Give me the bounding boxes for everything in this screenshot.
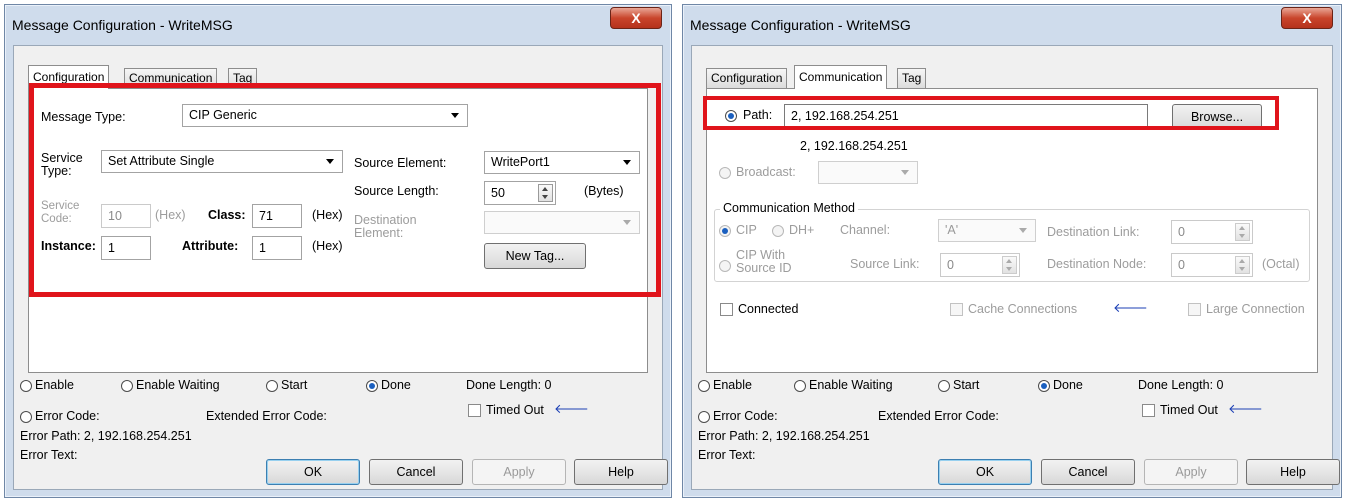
extended-error-code-label: Extended Error Code: [878,409,999,423]
ok-button[interactable]: OK [266,459,360,485]
done-label: Done [1053,378,1083,392]
start-radio[interactable] [266,380,278,392]
destination-link-label: Destination Link: [1047,225,1140,239]
timed-out-checkbox[interactable] [1142,404,1155,417]
right-dialog: Message Configuration - WriteMSG X Confi… [682,4,1342,498]
large-connection-label: Large Connection [1206,302,1305,316]
connected-label: Connected [738,302,799,316]
timed-out-checkbox[interactable] [468,404,481,417]
channel-value: 'A' [945,223,959,237]
close-button[interactable]: X [610,7,662,29]
timed-out-label: Timed Out [486,403,544,417]
arrow-left-icon: 🡐 [554,401,589,416]
help-button[interactable]: Help [574,459,668,485]
source-link-label: Source Link: [850,257,920,271]
error-code-radio[interactable] [20,411,32,423]
broadcast-label: Broadcast: [736,165,796,179]
cache-connections-checkbox[interactable] [950,303,963,316]
start-label: Start [953,378,980,392]
enable-radio[interactable] [698,380,710,392]
title-bar[interactable]: Message Configuration - WriteMSG X [683,5,1341,45]
timed-out-label: Timed Out [1160,403,1218,417]
enable-radio[interactable] [20,380,32,392]
window-title: Message Configuration - WriteMSG [12,17,233,33]
error-text-label: Error Text: [698,448,756,462]
destination-link-field[interactable]: 0 [1171,220,1253,244]
destination-link-value: 0 [1178,225,1185,239]
cip-source-label: CIP With Source ID [736,248,792,275]
path-resolved-text: 2, 192.168.254.251 [800,139,908,153]
error-path-label: Error Path: 2, 192.168.254.251 [20,429,192,443]
tab-configuration[interactable]: Configuration [706,68,788,88]
chevron-down-icon [1019,228,1027,233]
source-link-value: 0 [947,258,954,272]
connected-checkbox[interactable] [720,303,733,316]
source-link-field[interactable]: 0 [940,253,1020,277]
cip-radio[interactable] [719,225,731,237]
done-length-label: Done Length: 0 [1138,378,1224,392]
highlight-box [703,96,1279,130]
communication-method-label: Communication Method [720,201,859,215]
tab-tag[interactable]: Tag [897,68,927,88]
enable-waiting-radio[interactable] [794,380,806,392]
cache-connections-label: Cache Connections [968,302,1078,316]
ok-button[interactable]: OK [938,459,1032,485]
arrow-left-icon: 🡐 [1228,401,1263,416]
extended-error-code-label: Extended Error Code: [206,409,327,423]
chevron-down-icon [901,170,909,175]
broadcast-radio[interactable] [719,167,731,179]
enable-label: Enable [35,378,74,392]
enable-waiting-label: Enable Waiting [809,378,893,392]
apply-button[interactable]: Apply [472,459,566,485]
error-code-label: Error Code: [35,409,100,423]
cip-source-radio[interactable] [719,260,731,272]
destination-node-field[interactable]: 0 [1171,253,1253,277]
error-text-label: Error Text: [20,448,78,462]
large-connection-checkbox[interactable] [1188,303,1201,316]
enable-waiting-label: Enable Waiting [136,378,220,392]
done-radio[interactable] [1038,380,1050,392]
channel-label: Channel: [840,223,891,237]
title-bar[interactable]: Message Configuration - WriteMSG X [5,5,671,45]
help-button[interactable]: Help [1246,459,1340,485]
dh-radio[interactable] [772,225,784,237]
octal-label: (Octal) [1262,257,1300,271]
close-button[interactable]: X [1281,7,1333,29]
dh-label: DH+ [789,223,815,237]
highlight-box [29,83,661,297]
window-title: Message Configuration - WriteMSG [690,17,911,33]
cip-label: CIP [736,223,757,237]
enable-label: Enable [713,378,752,392]
enable-waiting-radio[interactable] [121,380,133,392]
done-label: Done [381,378,411,392]
broadcast-select[interactable] [818,161,918,184]
apply-button[interactable]: Apply [1144,459,1238,485]
stepper-icon[interactable] [1235,256,1250,274]
destination-node-label: Destination Node: [1047,257,1147,271]
cancel-button[interactable]: Cancel [1041,459,1135,485]
error-path-label: Error Path: 2, 192.168.254.251 [698,429,870,443]
start-radio[interactable] [938,380,950,392]
start-label: Start [281,378,308,392]
stepper-icon[interactable] [1002,256,1017,274]
error-code-label: Error Code: [713,409,778,423]
tab-communication[interactable]: Communication [794,65,888,89]
destination-node-value: 0 [1178,258,1185,272]
done-radio[interactable] [366,380,378,392]
cancel-button[interactable]: Cancel [369,459,463,485]
stepper-icon[interactable] [1235,223,1250,241]
arrow-left-icon: 🡐 [1113,300,1148,315]
done-length-label: Done Length: 0 [466,378,552,392]
error-code-radio[interactable] [698,411,710,423]
channel-select[interactable]: 'A' [938,219,1036,242]
